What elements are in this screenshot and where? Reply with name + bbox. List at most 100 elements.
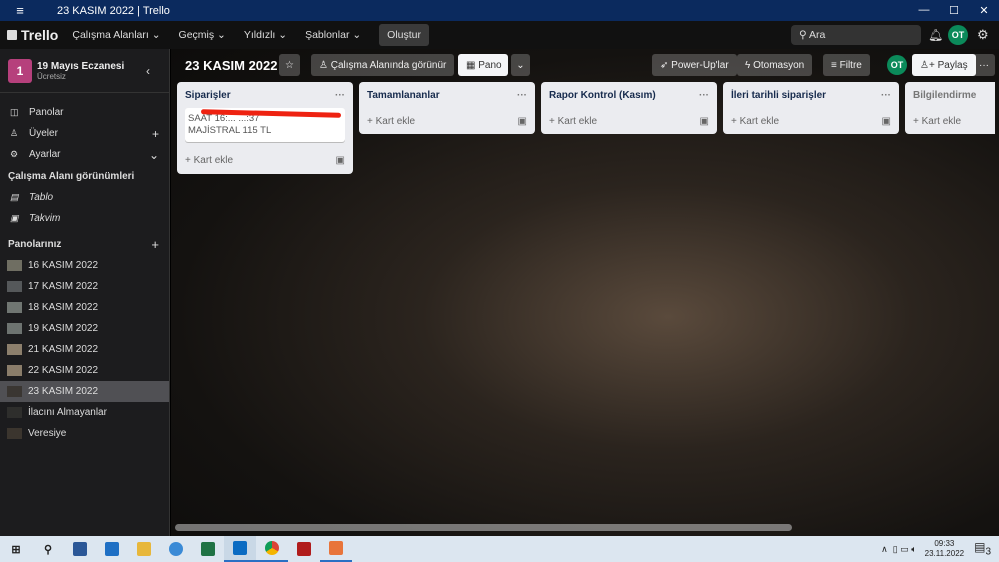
card[interactable]: SAAT 16:... ...:37 MAJİSTRAL 115 TL: [185, 108, 345, 142]
add-card-button[interactable]: + Kart ekle ▣: [185, 146, 345, 174]
windows-start-icon[interactable]: ⊞: [0, 536, 32, 562]
search-icon[interactable]: ⚲: [32, 536, 64, 562]
chevron-down-icon[interactable]: ⌄: [149, 148, 159, 162]
notification-count: 3: [985, 546, 991, 558]
battery-icon[interactable]: ▭: [900, 544, 911, 555]
sidebar-item-members[interactable]: ♙ Üyeler +: [0, 123, 169, 144]
template-icon[interactable]: ▣: [700, 116, 709, 127]
board-thumbnail-icon: [7, 260, 22, 271]
board-menu-button[interactable]: ···: [973, 54, 995, 76]
avatar[interactable]: OT: [948, 25, 968, 45]
list-title[interactable]: Rapor Kontrol (Kasım): [549, 90, 656, 101]
board-label: 21 KASIM 2022: [28, 344, 99, 355]
sidebar-item-table[interactable]: ▤ Tablo: [0, 187, 169, 208]
sidebar-item-settings[interactable]: ⚙ Ayarlar ⌄: [0, 144, 169, 165]
list-menu-icon[interactable]: ···: [881, 90, 891, 101]
share-label: Paylaş: [937, 59, 968, 71]
chevron-up-icon[interactable]: ∧: [881, 544, 893, 555]
gear-icon[interactable]: ⚙: [977, 27, 989, 43]
board-label: 19 KASIM 2022: [28, 323, 99, 334]
board-header: 23 KASIM 2022 ☆ ♙ Çalışma Alanında görün…: [171, 54, 999, 76]
list-menu-icon[interactable]: ···: [699, 90, 709, 101]
word-icon[interactable]: [64, 536, 96, 562]
plus-icon: +: [185, 154, 194, 166]
share-button[interactable]: ♙+ Paylaş: [912, 54, 976, 76]
close-button[interactable]: ✕: [969, 4, 999, 17]
member-avatar[interactable]: OT: [887, 55, 907, 75]
add-card-button[interactable]: + Kart ekle ▣: [731, 108, 891, 134]
list-menu-icon[interactable]: ···: [335, 90, 345, 101]
add-board-icon[interactable]: +: [151, 237, 159, 252]
sidebar-item-boards[interactable]: ◫ Panolar: [0, 102, 169, 123]
app-ilac-icon[interactable]: [320, 536, 352, 562]
template-icon[interactable]: ▣: [882, 116, 891, 127]
sidebar-board-item[interactable]: 16 KASIM 2022: [0, 255, 169, 276]
board-thumbnail-icon: [7, 386, 22, 397]
visibility-button[interactable]: ♙ Çalışma Alanında görünür: [311, 54, 455, 76]
nav-templates[interactable]: Şablonlar ⌄: [305, 29, 361, 41]
star-icon[interactable]: ☆: [279, 54, 300, 76]
sidebar-board-item[interactable]: 19 KASIM 2022: [0, 318, 169, 339]
add-card-button[interactable]: + Kart ekle ▣: [549, 108, 709, 134]
board-label: 22 KASIM 2022: [28, 365, 99, 376]
board-title[interactable]: 23 KASIM 2022: [185, 58, 278, 73]
create-button[interactable]: Oluştur: [379, 24, 430, 46]
board-label: İlacını Almayanlar: [28, 407, 107, 418]
search-icon: ⚲: [799, 29, 810, 41]
date: 23.11.2022: [924, 549, 965, 558]
board-label: 18 KASIM 2022: [28, 302, 99, 313]
menu-icon[interactable]: ≡: [0, 3, 40, 18]
list-menu-icon[interactable]: ···: [517, 90, 527, 101]
maximize-button[interactable]: ☐: [939, 4, 969, 17]
user-icon: ♙: [10, 128, 19, 138]
sidebar-board-item[interactable]: 18 KASIM 2022: [0, 297, 169, 318]
trello-logo[interactable]: Trello: [7, 27, 58, 43]
nav-starred[interactable]: Yıldızlı ⌄: [244, 29, 287, 41]
calendar-icon: ▣: [10, 213, 19, 223]
view-switcher-chevron-icon[interactable]: ⌄: [511, 54, 530, 76]
search-input[interactable]: ⚲ Ara: [791, 25, 921, 45]
chrome-icon[interactable]: [256, 536, 288, 562]
list-title[interactable]: Bilgilendirme: [913, 90, 976, 101]
horizontal-scrollbar[interactable]: [175, 524, 792, 531]
view-board-button[interactable]: ▦ Pano: [458, 54, 508, 76]
nav-recent[interactable]: Geçmiş ⌄: [179, 29, 226, 41]
sidebar-item-calendar[interactable]: ▣ Takvim: [0, 208, 169, 229]
nav-workspaces[interactable]: Çalışma Alanları ⌄: [72, 29, 160, 41]
volume-icon[interactable]: 🔈︎: [911, 544, 916, 555]
app-r-icon[interactable]: [288, 536, 320, 562]
add-card-button[interactable]: + Kart ekle: [913, 108, 987, 134]
list-title[interactable]: İleri tarihli siparişler: [731, 90, 826, 101]
template-icon[interactable]: ▣: [336, 155, 345, 166]
sidebar-board-item[interactable]: 22 KASIM 2022: [0, 360, 169, 381]
trello-taskbar-icon[interactable]: [224, 536, 256, 562]
template-icon[interactable]: ▣: [518, 116, 527, 127]
logo-text: Trello: [21, 27, 59, 43]
sidebar-board-item[interactable]: 21 KASIM 2022: [0, 339, 169, 360]
sidebar-board-item[interactable]: 23 KASIM 2022: [0, 381, 169, 402]
store-icon[interactable]: [96, 536, 128, 562]
add-card-button[interactable]: + Kart ekle ▣: [367, 108, 527, 134]
notifications-icon[interactable]: ▤3: [974, 540, 991, 557]
list-title[interactable]: Tamamlananlar: [367, 90, 440, 101]
add-member-icon[interactable]: +: [152, 127, 159, 141]
lightning-icon: ϟ: [745, 59, 754, 71]
notification-icon[interactable]: 🔔︎: [928, 28, 943, 42]
network-icon[interactable]: ▯: [893, 544, 900, 555]
powerups-button[interactable]: ➶ Power-Up'lar: [652, 54, 737, 76]
automation-button[interactable]: ϟ Otomasyon: [737, 54, 813, 76]
file-explorer-icon[interactable]: [128, 536, 160, 562]
update-icon[interactable]: [160, 536, 192, 562]
collapse-sidebar-icon[interactable]: ‹: [146, 64, 150, 78]
sidebar-board-item[interactable]: İlacını Almayanlar: [0, 402, 169, 423]
window-title: 23 KASIM 2022 | Trello: [57, 4, 170, 17]
list-title[interactable]: Siparişler: [185, 90, 231, 101]
plus-icon: +: [913, 115, 922, 127]
sidebar-board-item[interactable]: Veresiye: [0, 423, 169, 444]
board-label: Veresiye: [28, 428, 67, 439]
minimize-button[interactable]: —: [909, 4, 939, 17]
filter-button[interactable]: ≡ Filtre: [823, 54, 870, 76]
sidebar-board-item[interactable]: 17 KASIM 2022: [0, 276, 169, 297]
clock[interactable]: 09:33 23.11.2022: [925, 539, 964, 559]
excel-icon[interactable]: [192, 536, 224, 562]
